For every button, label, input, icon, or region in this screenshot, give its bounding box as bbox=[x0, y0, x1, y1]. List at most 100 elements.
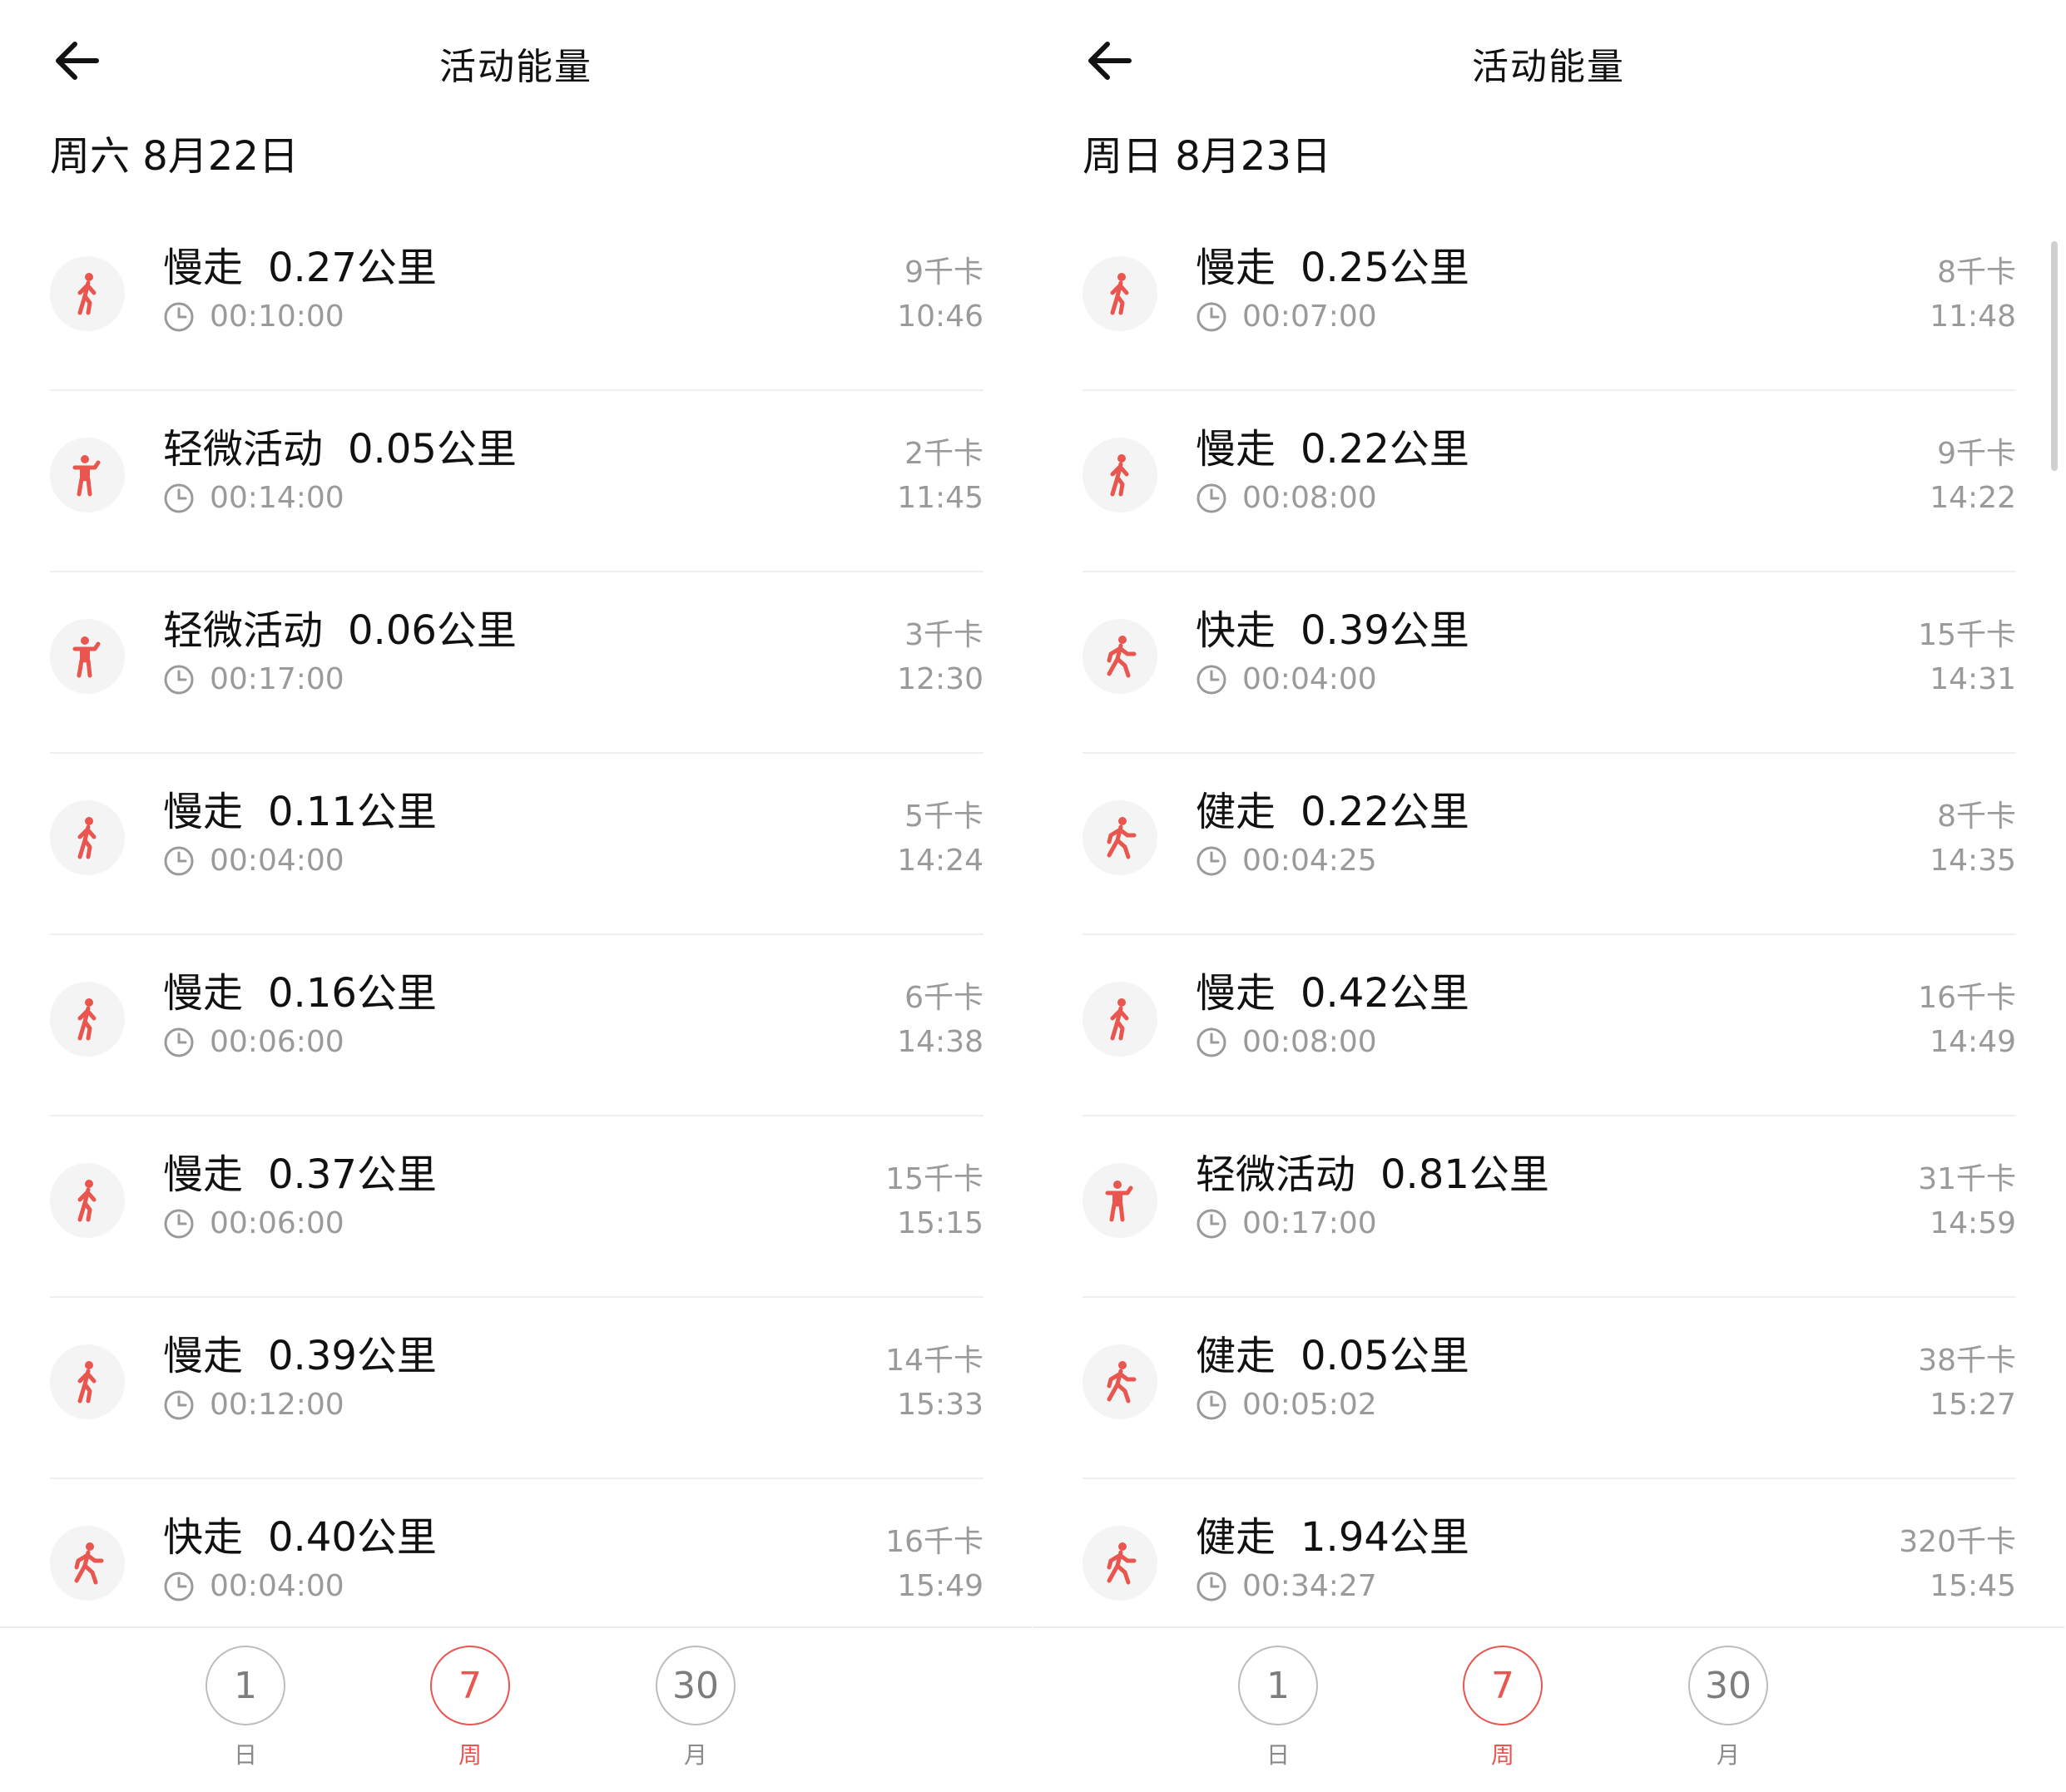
activity-record-row[interactable]: 健走 1.94公里 00:34:27 320千卡 15:45 bbox=[1083, 1479, 2016, 1659]
tab-day[interactable]: 1日 bbox=[1232, 1646, 1324, 1770]
record-duration: 00:12:00 bbox=[163, 1388, 344, 1422]
activity-record-row[interactable]: 慢走 0.42公里 00:08:00 16千卡 14:49 bbox=[1083, 935, 2016, 1116]
duration-value: 00:12:00 bbox=[210, 1388, 344, 1422]
light-activity-icon bbox=[50, 438, 125, 512]
activity-type: 轻微活动 bbox=[163, 607, 324, 654]
activity-distance: 0.22公里 bbox=[1301, 426, 1469, 473]
duration-value: 00:07:00 bbox=[1242, 299, 1377, 334]
start-time: 14:59 bbox=[1930, 1206, 2016, 1240]
activity-type: 慢走 bbox=[163, 789, 244, 835]
activity-distance: 0.06公里 bbox=[348, 607, 517, 654]
start-time: 12:30 bbox=[897, 662, 983, 696]
activity-record-row[interactable]: 健走 0.22公里 00:04:25 8千卡 14:35 bbox=[1083, 754, 2016, 935]
start-time: 14:38 bbox=[897, 1025, 983, 1059]
activity-record-row[interactable]: 慢走 0.39公里 00:12:00 14千卡 15:33 bbox=[50, 1298, 983, 1479]
activity-type: 健走 bbox=[1196, 1333, 1276, 1379]
activity-record-row[interactable]: 慢走 0.11公里 00:04:00 5千卡 14:24 bbox=[50, 754, 983, 935]
duration-value: 00:04:00 bbox=[1242, 662, 1377, 696]
start-time: 11:48 bbox=[1930, 299, 2016, 334]
activity-record-row[interactable]: 慢走 0.27公里 00:10:00 9千卡 10:46 bbox=[50, 210, 983, 391]
slow-walk-icon bbox=[50, 982, 125, 1057]
duration-value: 00:04:25 bbox=[1242, 844, 1377, 878]
record-duration: 00:04:00 bbox=[163, 844, 344, 878]
activity-type: 健走 bbox=[1196, 789, 1276, 835]
activity-distance: 0.11公里 bbox=[268, 789, 437, 835]
divider bbox=[0, 1626, 1032, 1628]
calories: 31千卡 bbox=[1918, 1162, 2016, 1196]
calories: 6千卡 bbox=[904, 981, 983, 1015]
activity-record-row[interactable]: 慢走 0.22公里 00:08:00 9千卡 14:22 bbox=[1083, 391, 2016, 572]
calories: 320千卡 bbox=[1899, 1525, 2016, 1559]
record-duration: 00:34:27 bbox=[1196, 1569, 1377, 1603]
activity-panel-right: 活动能量 周日 8月23日 慢走 0.25公里 00:07:00 8千卡 11:48 慢走… bbox=[1033, 0, 2064, 1792]
activity-record-row[interactable]: 慢走 0.37公里 00:06:00 15千卡 15:15 bbox=[50, 1116, 983, 1298]
activity-record-row[interactable]: 慢走 0.16公里 00:06:00 6千卡 14:38 bbox=[50, 935, 983, 1116]
start-time: 15:45 bbox=[1930, 1569, 2016, 1603]
record-duration: 00:14:00 bbox=[163, 481, 344, 515]
activity-distance: 0.39公里 bbox=[268, 1333, 437, 1379]
activity-distance: 0.42公里 bbox=[1301, 970, 1469, 1017]
activity-list: 慢走 0.25公里 00:07:00 8千卡 11:48 慢走 0.22公里 00:08:00… bbox=[1083, 210, 2016, 1659]
record-duration: 00:17:00 bbox=[1196, 1206, 1377, 1240]
activity-record-row[interactable]: 健走 0.05公里 00:05:02 38千卡 15:27 bbox=[1083, 1298, 2016, 1479]
slow-walk-icon bbox=[50, 1344, 125, 1419]
activity-type: 慢走 bbox=[163, 1151, 244, 1198]
tab-label: 日 bbox=[233, 1741, 257, 1769]
record-duration: 00:06:00 bbox=[163, 1206, 344, 1240]
activity-type: 轻微活动 bbox=[1196, 1151, 1356, 1198]
activity-record-row[interactable]: 轻微活动 0.06公里 00:17:00 3千卡 12:30 bbox=[50, 572, 983, 754]
clock-icon bbox=[1196, 1572, 1226, 1601]
record-title: 健走 0.05公里 bbox=[1196, 1323, 1469, 1381]
start-time: 10:46 bbox=[897, 299, 983, 334]
tab-label: 月 bbox=[1716, 1741, 1740, 1769]
calories: 16千卡 bbox=[885, 1525, 983, 1559]
record-duration: 00:05:02 bbox=[1196, 1388, 1377, 1422]
activity-list: 慢走 0.27公里 00:10:00 9千卡 10:46 轻微活动 0.05公里 00:14:… bbox=[50, 210, 983, 1659]
tab-number: 30 bbox=[1688, 1646, 1768, 1725]
record-title: 快走 0.40公里 bbox=[163, 1504, 437, 1562]
record-duration: 00:08:00 bbox=[1196, 481, 1377, 515]
record-title: 轻微活动 0.06公里 bbox=[163, 597, 517, 656]
activity-distance: 0.22公里 bbox=[1301, 789, 1469, 835]
start-time: 14:35 bbox=[1930, 844, 2016, 878]
period-tabs: 1 日 7 周 30 月 bbox=[1033, 1646, 2064, 1792]
start-time: 15:27 bbox=[1930, 1388, 2016, 1422]
light-activity-icon bbox=[50, 619, 125, 694]
activity-distance: 0.05公里 bbox=[348, 426, 517, 473]
scrollbar[interactable] bbox=[2051, 241, 2058, 471]
record-title: 慢走 0.25公里 bbox=[1196, 235, 1469, 293]
activity-record-row[interactable]: 快走 0.39公里 00:04:00 15千卡 14:31 bbox=[1083, 572, 2016, 754]
activity-type: 慢走 bbox=[163, 245, 244, 291]
fast-walk-icon bbox=[50, 1526, 125, 1601]
duration-value: 00:06:00 bbox=[210, 1025, 344, 1059]
divider bbox=[1033, 1626, 2064, 1628]
page-title: 活动能量 bbox=[439, 46, 592, 88]
activity-record-row[interactable]: 轻微活动 0.05公里 00:14:00 2千卡 11:45 bbox=[50, 391, 983, 572]
activity-type: 慢走 bbox=[1196, 245, 1276, 291]
activity-distance: 1.94公里 bbox=[1301, 1514, 1469, 1561]
tab-week[interactable]: 7周 bbox=[424, 1646, 516, 1770]
activity-type: 慢走 bbox=[1196, 970, 1276, 1017]
date-header: 周日 8月23日 bbox=[1083, 133, 1331, 180]
record-duration: 00:04:00 bbox=[163, 1569, 344, 1603]
activity-record-row[interactable]: 慢走 0.25公里 00:07:00 8千卡 11:48 bbox=[1083, 210, 2016, 391]
tab-number: 30 bbox=[656, 1646, 736, 1725]
clock-icon bbox=[1196, 846, 1226, 875]
tab-day[interactable]: 1日 bbox=[200, 1646, 291, 1770]
light-activity-icon bbox=[1083, 1163, 1157, 1238]
clock-icon bbox=[1196, 665, 1226, 694]
record-title: 慢走 0.42公里 bbox=[1196, 960, 1469, 1018]
tab-week[interactable]: 7周 bbox=[1457, 1646, 1548, 1770]
calories: 16千卡 bbox=[1918, 981, 2016, 1015]
activity-record-row[interactable]: 快走 0.40公里 00:04:00 16千卡 15:49 bbox=[50, 1479, 983, 1659]
start-time: 15:49 bbox=[897, 1569, 983, 1603]
activity-record-row[interactable]: 轻微活动 0.81公里 00:17:00 31千卡 14:59 bbox=[1083, 1116, 2016, 1298]
clock-icon bbox=[1196, 1209, 1226, 1238]
activity-distance: 0.39公里 bbox=[1301, 607, 1469, 654]
tab-month[interactable]: 30 月 bbox=[650, 1646, 741, 1770]
clock-icon bbox=[1196, 483, 1226, 512]
activity-distance: 0.16公里 bbox=[268, 970, 437, 1017]
tab-month[interactable]: 30 月 bbox=[1682, 1646, 1774, 1770]
activity-distance: 0.25公里 bbox=[1301, 245, 1469, 291]
activity-type: 快走 bbox=[163, 1514, 244, 1561]
